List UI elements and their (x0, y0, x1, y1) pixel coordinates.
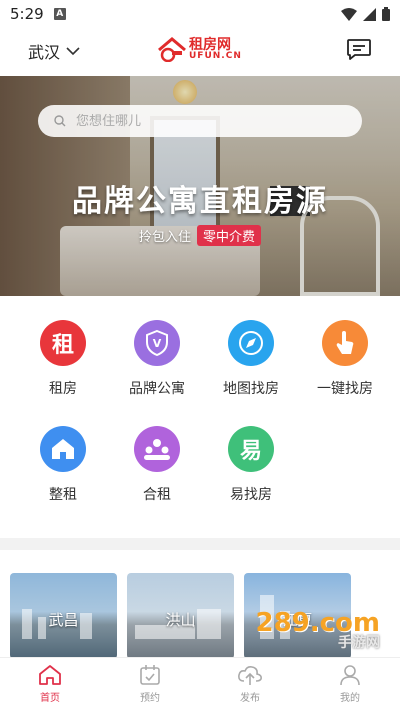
house-icon (40, 426, 86, 472)
wifi-icon (341, 7, 357, 21)
tab-home[interactable]: 首页 (0, 658, 100, 711)
district-name: 武昌 (48, 611, 79, 629)
shield-v-icon: V (134, 320, 180, 366)
svg-text:V: V (153, 337, 162, 350)
search-input[interactable] (76, 113, 326, 129)
logo-text-cn: 租房网 (189, 36, 231, 53)
district-name: 洪山 (165, 611, 196, 629)
user-icon (340, 665, 360, 686)
tab-label: 首页 (40, 693, 60, 704)
menu-item-rent[interactable]: 租 租房 (16, 314, 110, 414)
watermark: 289.com 手游网 (255, 608, 380, 652)
battery-icon (382, 7, 390, 21)
logo-house-icon (158, 37, 186, 62)
banner-subtitle-text: 拎包入住 (138, 230, 191, 245)
watermark-text: 手游网 (338, 635, 380, 651)
menu-item-map-search[interactable]: 地图找房 (204, 314, 298, 414)
compass-icon (228, 320, 274, 366)
yi-icon: 易 (228, 426, 274, 472)
menu-label: 品牌公寓 (129, 381, 185, 397)
menu-label: 易找房 (230, 487, 272, 503)
tab-label: 我的 (340, 693, 360, 704)
menu-item-brand-apartment[interactable]: V 品牌公寓 (110, 314, 204, 414)
tab-booking[interactable]: 预约 (100, 658, 200, 711)
bottom-tab-bar: 首页 预约 发布 我的 (0, 657, 400, 711)
app-logo: 租房网 UFUN.CN (157, 36, 242, 62)
upload-cloud-icon (238, 666, 262, 685)
zu-icon: 租 (40, 320, 86, 366)
tab-profile[interactable]: 我的 (300, 658, 400, 711)
tab-publish[interactable]: 发布 (200, 658, 300, 711)
search-bar[interactable] (38, 105, 362, 137)
city-label: 武汉 (28, 43, 61, 62)
tap-icon (322, 320, 368, 366)
banner-tag: 零中介费 (197, 225, 262, 246)
app-header: 武汉 租房网 UFUN.CN (0, 28, 400, 74)
tab-label: 预约 (140, 693, 160, 704)
menu-label: 租房 (49, 381, 77, 397)
section-divider (0, 538, 400, 550)
banner-title: 品牌公寓直租房源 (72, 184, 328, 219)
banner-subtitle: 拎包入住 零中介费 (0, 225, 400, 246)
menu-label: 地图找房 (223, 381, 279, 397)
message-icon[interactable] (346, 38, 372, 62)
menu-label: 整租 (49, 487, 77, 503)
home-icon (39, 665, 61, 685)
menu-label: 一键找房 (317, 381, 373, 397)
chevron-down-icon (66, 46, 80, 55)
group-icon (134, 426, 180, 472)
menu-item-whole-rent[interactable]: 整租 (16, 420, 110, 520)
menu-item-easy-find[interactable]: 易 易找房 (204, 420, 298, 520)
menu-grid: 租 租房 V 品牌公寓 地图找房 一键找房 整租 合租 易 易找房 (0, 306, 400, 520)
status-icons (341, 7, 390, 21)
city-selector[interactable]: 武汉 (28, 39, 80, 63)
tab-label: 发布 (240, 693, 260, 704)
calendar-check-icon (140, 665, 160, 685)
logo-text-en: UFUN.CN (189, 50, 242, 61)
notification-icon: A (53, 8, 66, 20)
status-bar: 5:29 A (0, 0, 400, 28)
district-card-hongshan[interactable]: 洪山 (127, 573, 234, 659)
status-time: 5:29 (10, 5, 44, 23)
district-card-wuchang[interactable]: 武昌 (10, 573, 117, 659)
search-icon (54, 115, 66, 127)
signal-icon (363, 7, 376, 21)
menu-item-one-click[interactable]: 一键找房 (298, 314, 392, 414)
menu-item-shared-rent[interactable]: 合租 (110, 420, 204, 520)
menu-label: 合租 (143, 487, 171, 503)
